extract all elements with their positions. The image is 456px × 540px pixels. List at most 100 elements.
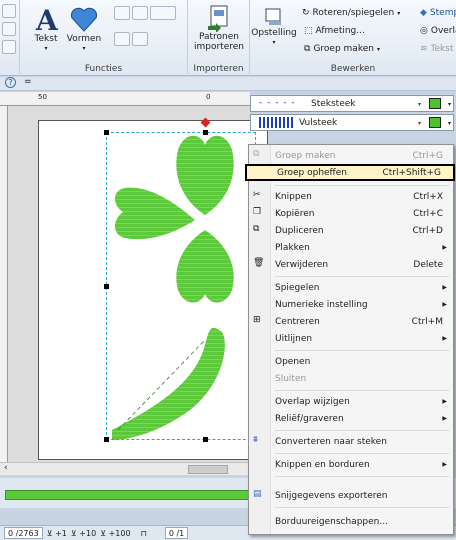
menu-item-spiegelen[interactable]: Spiegelen ▶ [249,279,453,296]
selection-box[interactable] [106,132,256,440]
step-icon: ⊻ [46,528,53,538]
menu-label: Borduureigenschappen... [275,516,388,527]
menu-separator [275,276,449,277]
duplicate-icon: ⧉ [253,224,260,234]
chevron-down-icon: ▾ [447,101,451,108]
step-1-button[interactable]: ⊻ +1 [47,529,67,538]
menu-item-sluiten[interactable]: Sluiten [249,370,453,387]
fill-pattern-icon [259,117,293,128]
submenu-arrow-icon: ▶ [442,398,447,405]
menu-shortcut: Ctrl+X [413,191,443,202]
resize-handle-ml[interactable] [104,284,109,289]
menu-item-openen[interactable]: Openen [249,353,453,370]
context-menu: ⧉ Groep maken Ctrl+G Groep opheffen Ctrl… [245,144,455,535]
chevron-down-icon: ▾ [417,120,421,127]
menu-label: Reliëf/graveren [275,413,344,424]
menu-shortcut: Ctrl+M [411,316,443,327]
menu-label: Sluiten [275,373,307,384]
convert-stitches-icon: ⩩ [253,435,258,445]
submenu-arrow-icon: ▶ [442,415,447,422]
menu-item-plakken[interactable]: Plakken ▶ [249,239,453,256]
menu-label: Verwijderen [275,259,329,270]
menu-separator [275,507,449,508]
thread-color-bar[interactable] [5,490,250,500]
menu-label: Groep maken [275,150,336,161]
menu-item-snijgegevens-exporteren[interactable]: ▤ Snijgegevens exporteren [249,487,453,504]
step-10-button[interactable]: ⊻ +10 [71,529,96,538]
resize-handle-tm[interactable] [203,130,208,135]
chevron-down-icon: ▾ [417,101,421,108]
menu-separator [275,350,449,351]
menu-label: Numerieke instelling [275,299,368,310]
menu-shortcut: Ctrl+D [412,225,444,236]
menu-item-borduureigenschappen[interactable]: Borduureigenschappen... [249,513,453,530]
menu-item-dupliceren[interactable]: ⧉ Dupliceren Ctrl+D [249,222,453,239]
menu-shortcut: Delete [413,259,443,270]
step-100-label: +100 [108,528,131,538]
line-stitch-select[interactable]: - - - - - Steksteek ▾ ▾ [250,95,454,112]
line-color-swatch[interactable] [429,98,441,109]
menu-label: Groep opheffen [277,167,347,178]
center-icon: ⊞ [253,315,261,325]
menu-label: Centreren [275,316,320,327]
submenu-arrow-icon: ▶ [442,301,447,308]
menu-label: Spiegelen [275,282,320,293]
fill-stitch-select[interactable]: Vulsteek ▾ ▾ [250,114,454,131]
menu-separator [275,390,449,391]
fill-color-swatch[interactable] [429,117,441,128]
menu-item-uitlijnen[interactable]: Uitlijnen ▶ [249,330,453,347]
resize-handle-bm[interactable] [203,437,208,442]
menu-separator [275,430,449,431]
menu-label: Overlap wijzigen [275,396,350,407]
menu-item-numerieke-instelling[interactable]: Numerieke instelling ▶ [249,296,453,313]
page-counter: 0 /1 [164,527,189,539]
line-stitch-label: Steksteek [311,98,356,109]
menu-label: Converteren naar steken [275,436,387,447]
stitch-counter: 0 /2763 [4,527,43,539]
menu-item-converteren[interactable]: ⩩ Converteren naar steken [249,433,453,450]
export-cut-icon: ▤ [253,489,262,499]
step-100-button[interactable]: ⊻ +100 [100,529,130,538]
menu-separator [275,476,449,477]
horizontal-scrollbar[interactable]: ‹ [0,462,250,475]
menu-separator [275,185,449,186]
menu-item-centreren[interactable]: ⊞ Centreren Ctrl+M [249,313,453,330]
frame-icon[interactable]: ⊓ [141,529,147,538]
menu-item-verwijderen[interactable]: 🗑 Verwijderen Delete [249,256,453,273]
resize-handle-bl[interactable] [104,437,109,442]
menu-label: Uitlijnen [275,333,313,344]
menu-label: Plakken [275,242,310,253]
menu-label: Knippen [275,191,312,202]
step-1-label: +1 [55,528,67,538]
menu-item-overlap-wijzigen[interactable]: Overlap wijzigen ▶ [249,393,453,410]
menu-item-knippen[interactable]: ✂ Knippen Ctrl+X [249,188,453,205]
ungroup-icon [251,168,265,181]
menu-label: Snijgegevens exporteren [275,490,388,501]
menu-item-knippen-en-borduren[interactable]: Knippen en borduren ▶ [249,456,453,473]
submenu-arrow-icon: ▶ [442,244,447,251]
menu-item-groep-opheffen[interactable]: Groep opheffen Ctrl+Shift+G [245,164,455,181]
copy-icon: ❐ [253,207,262,217]
menu-item-kopieren[interactable]: ❐ Kopiëren Ctrl+C [249,205,453,222]
menu-label: Knippen en borduren [275,459,370,470]
step-10-label: +10 [79,528,97,538]
menu-shortcut: Ctrl+C [413,208,443,219]
submenu-arrow-icon: ▶ [442,284,447,291]
scrollbar-thumb[interactable] [188,465,228,474]
trash-icon: 🗑 [253,258,265,268]
menu-label: Kopiëren [275,208,315,219]
resize-handle-tl[interactable] [104,130,109,135]
menu-item-relief-graveren[interactable]: Reliëf/graveren ▶ [249,410,453,427]
group-icon: ⧉ [253,149,260,159]
fill-stitch-label: Vulsteek [299,117,338,128]
submenu-arrow-icon: ▶ [442,335,447,342]
scroll-left-arrow-icon[interactable]: ‹ [4,463,8,473]
menu-separator [275,453,449,454]
menu-label: Openen [275,356,311,367]
scissors-icon: ✂ [253,190,261,200]
chevron-down-icon: ▾ [447,120,451,127]
menu-label: Dupliceren [275,225,324,236]
menu-item-groep-maken[interactable]: ⧉ Groep maken Ctrl+G [249,147,453,164]
dashed-line-icon: - - - - - [259,98,296,108]
step-icon: ⊻ [100,528,107,538]
